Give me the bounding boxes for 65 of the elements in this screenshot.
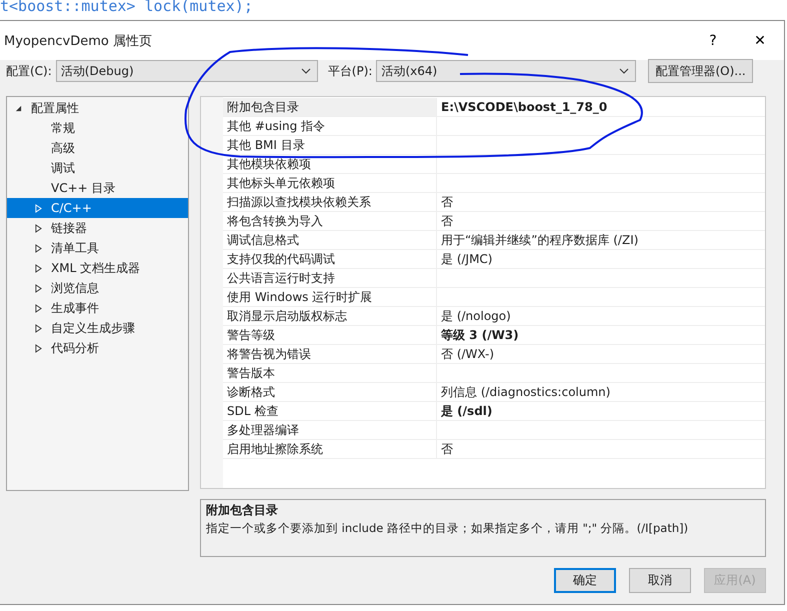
property-value[interactable]: 是 (/nologo) (437, 307, 765, 326)
collapsed-arrow-icon[interactable] (35, 284, 42, 292)
property-value[interactable]: 否 (/WX-) (437, 345, 765, 364)
tree-item[interactable]: XML 文档生成器 (7, 258, 188, 278)
property-name[interactable]: 警告版本 (223, 364, 437, 383)
property-name[interactable]: 使用 Windows 运行时扩展 (223, 288, 437, 307)
tree-item[interactable]: 代码分析 (7, 338, 188, 358)
property-name[interactable]: 将包含转换为导入 (223, 212, 437, 231)
property-value[interactable]: E:\VSCODE\boost_1_78_0 (437, 98, 765, 117)
property-name[interactable]: 诊断格式 (223, 383, 437, 402)
chevron-down-icon[interactable] (300, 68, 311, 74)
ok-button[interactable]: 确定 (554, 568, 616, 593)
collapsed-arrow-icon[interactable] (35, 324, 42, 332)
collapsed-arrow-icon[interactable] (35, 224, 42, 232)
property-name[interactable]: 调试信息格式 (223, 231, 437, 250)
property-name[interactable]: 公共语言运行时支持 (223, 269, 437, 288)
tree-item[interactable]: 清单工具 (7, 238, 188, 258)
property-name[interactable]: 其他模块依赖项 (223, 155, 437, 174)
tree-item[interactable]: 常规 (7, 118, 188, 138)
property-name[interactable]: 取消显示启动版权标志 (223, 307, 437, 326)
platform-label: 平台(P): (328, 62, 372, 80)
config-manager-button[interactable]: 配置管理器(O)... (648, 59, 753, 83)
property-value[interactable]: 等级 3 (/W3) (437, 326, 765, 345)
description-text: 指定一个或多个要添加到 include 路径中的目录；如果指定多个，请用 ";" 分隔。(/I[path]) (206, 521, 690, 536)
property-name[interactable]: 启用地址擦除系统 (223, 440, 437, 459)
collapsed-arrow-icon[interactable] (35, 244, 42, 252)
tree-item[interactable]: 调试 (7, 158, 188, 178)
tree-item[interactable]: 高级 (7, 138, 188, 158)
property-value[interactable]: 是 (/JMC) (437, 250, 765, 269)
property-name[interactable]: 其他标头单元依赖项 (223, 174, 437, 193)
config-dropdown[interactable]: 活动(Debug) (56, 60, 318, 82)
tree-item[interactable]: 浏览信息 (7, 278, 188, 298)
dialog-button[interactable]: 取消 (629, 568, 691, 593)
collapsed-arrow-icon[interactable] (35, 344, 42, 352)
property-name[interactable]: 扫描源以查找模块依赖关系 (223, 193, 437, 212)
property-value[interactable]: 列信息 (/diagnostics:column) (437, 383, 765, 402)
expanded-arrow-icon[interactable] (15, 104, 22, 112)
description-title: 附加包含目录 (206, 502, 279, 519)
window-title: MyopencvDemo 属性页 (3, 32, 153, 50)
tree-item[interactable]: 配置属性 (7, 98, 188, 118)
property-name[interactable]: 多处理器编译 (223, 421, 437, 440)
tree-item[interactable]: 生成事件 (7, 298, 188, 318)
tree-item[interactable]: VC++ 目录 (7, 178, 188, 198)
property-name[interactable]: 其他 BMI 目录 (223, 136, 437, 155)
collapsed-arrow-icon[interactable] (35, 264, 42, 272)
property-name[interactable]: 附加包含目录 (223, 98, 437, 117)
help-button[interactable]: ? (690, 26, 736, 56)
property-name[interactable]: 将警告视为错误 (223, 345, 437, 364)
property-value[interactable]: 是 (/sdl) (437, 402, 765, 421)
tree-item[interactable]: 自定义生成步骤 (7, 318, 188, 338)
property-name[interactable]: SDL 检查 (223, 402, 437, 421)
property-name[interactable]: 支持仅我的代码调试 (223, 250, 437, 269)
chevron-down-icon[interactable] (619, 68, 630, 74)
tree-item[interactable]: 链接器 (7, 218, 188, 238)
close-button[interactable]: ✕ (737, 26, 783, 56)
config-label: 配置(C): (6, 62, 52, 80)
platform-dropdown[interactable]: 活动(x64) (376, 60, 636, 82)
collapsed-arrow-icon[interactable] (35, 304, 42, 312)
property-value[interactable]: 用于“编辑并继续”的程序数据库 (/ZI) (437, 231, 765, 250)
property-value[interactable]: 否 (437, 440, 765, 459)
property-name[interactable]: 其他 #using 指令 (223, 117, 437, 136)
tree-item[interactable]: C/C++ (7, 198, 188, 218)
property-value[interactable]: 否 (437, 193, 765, 212)
property-value[interactable]: 否 (437, 212, 765, 231)
property-name[interactable]: 警告等级 (223, 326, 437, 345)
